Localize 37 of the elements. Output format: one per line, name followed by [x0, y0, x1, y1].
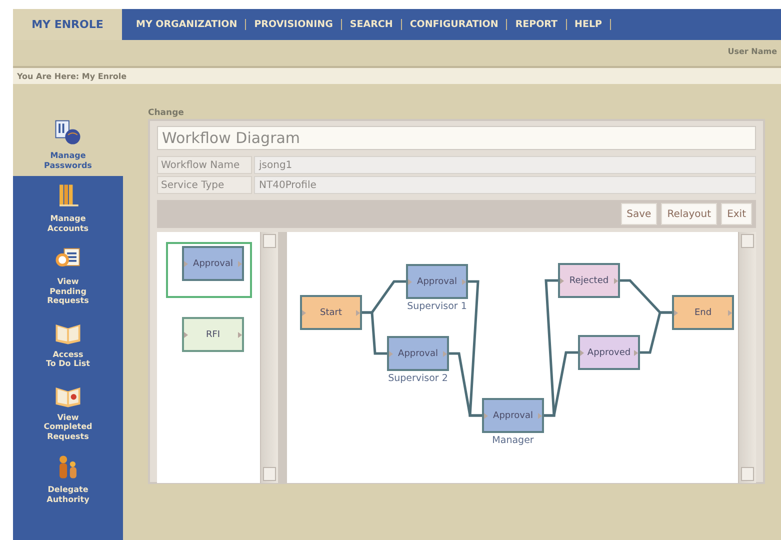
node-caption: Manager	[491, 435, 535, 446]
scrollbar[interactable]	[260, 232, 278, 483]
scrollbar[interactable]	[738, 232, 756, 483]
toolbar-button[interactable]: Relayout	[661, 203, 718, 225]
nav-link[interactable]: REPORT	[507, 19, 567, 30]
toolbar-button[interactable]: Exit	[721, 203, 752, 225]
workflow-node[interactable]: Approval	[482, 398, 544, 433]
field-label: Workflow Name	[157, 156, 252, 174]
workflow-node[interactable]: Approval	[387, 336, 449, 371]
breadcrumb: You Are Here: My Enrole	[17, 72, 127, 80]
workflow-node[interactable]: Approved	[578, 335, 640, 370]
toolbar-button[interactable]: Save	[620, 203, 658, 225]
node-caption: Supervisor 2	[387, 373, 449, 384]
field-value[interactable]: NT40Profile	[254, 176, 756, 194]
node-caption: Supervisor 1	[406, 301, 468, 312]
panel-title: Workflow Diagram	[157, 126, 756, 150]
field-label: Service Type	[157, 176, 252, 194]
workflow-node[interactable]: End	[672, 295, 734, 330]
palette-item[interactable]: Approval	[182, 246, 244, 281]
sidebar-item[interactable]: Delegate Authority	[13, 447, 123, 540]
sidebar-item[interactable]: View Pending Requests	[13, 239, 123, 312]
sidebar-item[interactable]: Access To Do List	[13, 312, 123, 374]
workflow-node[interactable]: Start	[300, 295, 362, 330]
nav-link[interactable]: PROVISIONING	[246, 19, 342, 30]
field-value[interactable]: jsong1	[254, 156, 756, 174]
user-name: User Name	[728, 46, 777, 56]
logo-tab[interactable]: MY ENROLE	[13, 9, 122, 40]
sidebar-item[interactable]: Manage Accounts	[13, 176, 123, 239]
nav-link[interactable]: MY ORGANIZATION	[128, 19, 246, 30]
page-heading: Change	[148, 108, 184, 118]
nav-link[interactable]: HELP	[566, 19, 612, 30]
sidebar-item[interactable]: View Completed Requests	[13, 374, 123, 447]
palette-item[interactable]: RFI	[182, 317, 244, 352]
nav-link[interactable]: CONFIGURATION	[402, 19, 508, 30]
nav-link[interactable]: SEARCH	[342, 19, 402, 30]
workflow-node[interactable]: Rejected	[558, 263, 620, 298]
workflow-node[interactable]: Approval	[406, 264, 468, 299]
